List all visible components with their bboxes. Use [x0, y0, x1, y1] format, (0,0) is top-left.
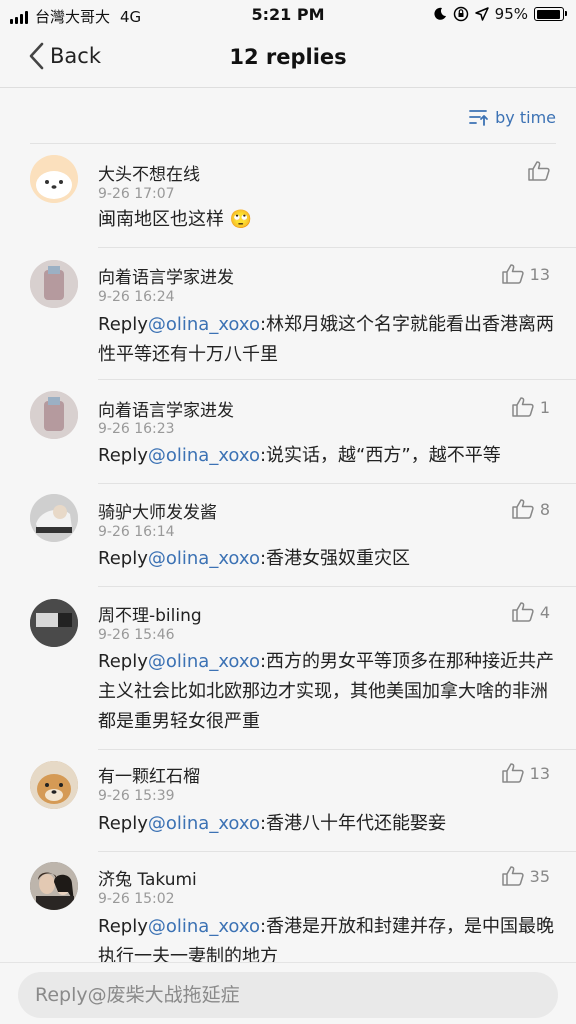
mention-link[interactable]: @olina_xoxo — [148, 916, 260, 937]
comment-text: Reply@olina_xoxo:香港八十年代还能娶妾 — [98, 809, 556, 839]
comment-content: :香港八十年代还能娶妾 — [259, 813, 447, 834]
divider — [98, 749, 576, 750]
comment-content: 闽南地区也这样 🙄 — [98, 209, 253, 230]
comment-content: :香港女强奴重灾区 — [259, 548, 411, 569]
thumbs-up-icon — [512, 602, 534, 622]
like-button[interactable]: 13 — [501, 264, 550, 284]
sort-label: by time — [495, 108, 556, 127]
avatar[interactable] — [30, 599, 78, 647]
reply-prefix: Reply — [98, 314, 148, 335]
comment-content: :说实话，越“西方”，越不平等 — [259, 445, 501, 466]
like-button[interactable]: 8 — [512, 499, 550, 519]
like-count: 13 — [529, 264, 550, 284]
comment-author[interactable]: 有一颗红石榴 — [98, 762, 200, 787]
like-button[interactable]: 4 — [512, 602, 550, 622]
thumbs-up-icon — [528, 161, 550, 181]
thumbs-up-icon — [501, 763, 524, 783]
comment-time: 9-26 16:23 — [98, 421, 175, 437]
mention-link[interactable]: @olina_xoxo — [148, 651, 260, 672]
mention-link[interactable]: @olina_xoxo — [148, 548, 260, 569]
divider — [98, 586, 576, 587]
back-label: Back — [50, 44, 101, 68]
like-count: 8 — [539, 499, 550, 519]
comment-author[interactable]: 济兔 Takumi — [98, 865, 197, 890]
reply-input[interactable] — [18, 972, 558, 1018]
comment-text: Reply@olina_xoxo:西方的男女平等顶多在那种接近共产主义社会比如北… — [98, 647, 556, 737]
like-count: 35 — [529, 866, 550, 886]
network-type: 4G — [120, 7, 142, 26]
comment-text: 闽南地区也这样 🙄 — [98, 205, 556, 235]
comment-time: 9-26 15:02 — [98, 891, 175, 907]
avatar[interactable] — [30, 494, 78, 542]
avatar[interactable] — [30, 761, 78, 809]
reply-prefix: Reply — [98, 548, 148, 569]
comment-time: 9-26 16:24 — [98, 289, 175, 305]
nav-bar: Back 12 replies — [0, 30, 576, 88]
like-count: 1 — [539, 397, 550, 417]
status-bar: 台灣大哥大 4G 5:21 PM 95% — [0, 0, 576, 30]
like-count: 4 — [539, 602, 550, 622]
carrier-name: 台灣大哥大 — [35, 8, 111, 26]
reply-prefix: Reply — [98, 916, 148, 937]
divider — [30, 143, 556, 144]
avatar[interactable] — [30, 260, 78, 308]
reply-prefix: Reply — [98, 651, 148, 672]
battery-fill — [536, 9, 561, 19]
comment-author[interactable]: 大头不想在线 — [98, 160, 200, 185]
comment-time: 9-26 16:14 — [98, 524, 175, 540]
avatar[interactable] — [30, 391, 78, 439]
moon-icon — [434, 7, 446, 20]
comment-text: Reply@olina_xoxo:香港女强奴重灾区 — [98, 544, 556, 574]
orientation-lock-icon — [453, 6, 468, 22]
divider — [98, 247, 576, 248]
avatar[interactable] — [30, 862, 78, 910]
avatar[interactable] — [30, 155, 78, 203]
back-button[interactable]: Back — [28, 42, 101, 70]
chevron-left-icon — [29, 42, 44, 70]
thumbs-up-icon — [501, 866, 524, 886]
comment-author[interactable]: 向着语言学家进发 — [98, 263, 234, 288]
reply-prefix: Reply — [98, 445, 148, 466]
sort-by-time-button[interactable]: by time — [469, 108, 556, 127]
mention-link[interactable]: @olina_xoxo — [148, 445, 260, 466]
like-button[interactable]: 1 — [512, 397, 550, 417]
location-icon — [474, 7, 489, 21]
comment-text: Reply@olina_xoxo:说实话，越“西方”，越不平等 — [98, 441, 556, 471]
thumbs-up-icon — [512, 397, 534, 417]
sort-icon — [469, 109, 489, 126]
comment-time: 9-26 15:39 — [98, 788, 175, 804]
comment-time: 9-26 15:46 — [98, 627, 175, 643]
battery-icon — [534, 7, 567, 21]
battery-percent: 95% — [494, 5, 528, 23]
like-count: 13 — [529, 763, 550, 783]
thumbs-up-icon — [512, 499, 534, 519]
status-right: 95% — [433, 5, 567, 23]
reply-prefix: Reply — [98, 813, 148, 834]
status-left: 台灣大哥大 4G — [10, 6, 141, 27]
comment-author[interactable]: 周不理-biling — [98, 601, 202, 626]
signal-icon — [10, 10, 28, 24]
like-button[interactable]: 13 — [501, 763, 550, 783]
like-button[interactable]: 35 — [501, 866, 550, 886]
comment-text: Reply@olina_xoxo:林郑月娥这个名字就能看出香港离两性平等还有十万… — [98, 310, 556, 370]
mention-link[interactable]: @olina_xoxo — [148, 314, 260, 335]
comment-author[interactable]: 骑驴大师发发酱 — [98, 498, 217, 523]
divider — [98, 483, 576, 484]
like-button[interactable] — [528, 161, 550, 181]
mention-link[interactable]: @olina_xoxo — [148, 813, 260, 834]
divider — [98, 379, 576, 380]
comment-author[interactable]: 向着语言学家进发 — [98, 396, 234, 421]
divider — [98, 851, 576, 852]
comment-time: 9-26 17:07 — [98, 186, 175, 202]
thumbs-up-icon — [501, 264, 524, 284]
